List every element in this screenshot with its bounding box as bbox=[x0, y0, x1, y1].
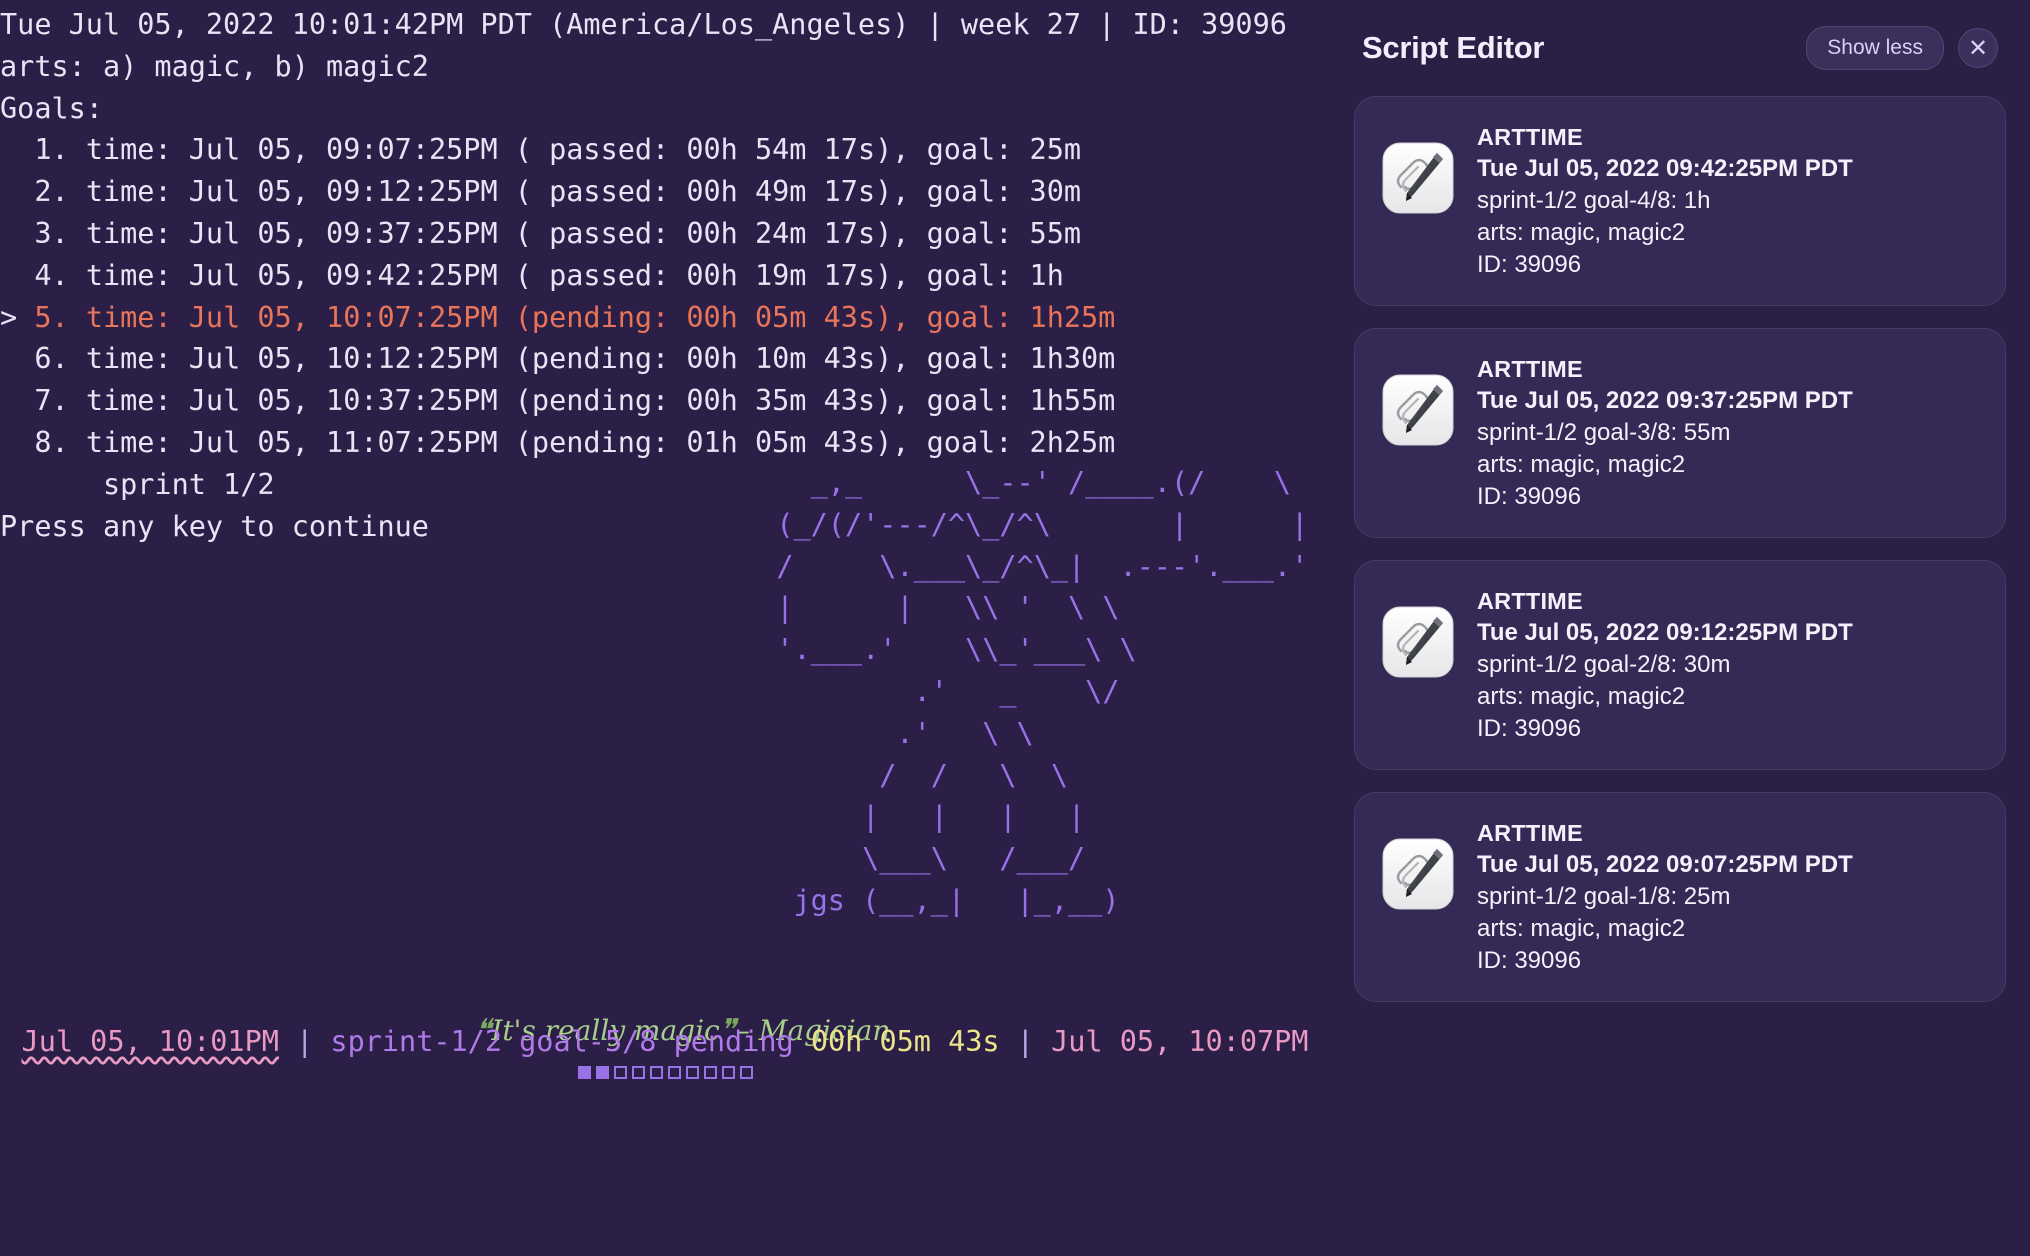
progress-dot-empty bbox=[739, 1066, 753, 1079]
progress-dot-empty bbox=[703, 1066, 717, 1079]
notification-card[interactable]: ARTTIME Tue Jul 05, 2022 09:42:25PM PDT sp… bbox=[1354, 96, 2006, 306]
notification-timestamp: Tue Jul 05, 2022 09:37:25PM PDT bbox=[1477, 387, 1853, 414]
goal-caret bbox=[0, 175, 34, 208]
progress-dot-empty bbox=[721, 1066, 735, 1079]
notification-app-name: ARTTIME bbox=[1477, 356, 1583, 382]
goal-index: 8. bbox=[34, 425, 69, 459]
notification-card[interactable]: ARTTIME Tue Jul 05, 2022 09:12:25PM PDT sp… bbox=[1354, 560, 2006, 770]
progress-dot-empty bbox=[667, 1066, 681, 1079]
notification-goal: sprint-1/2 goal-4/8: 1h bbox=[1477, 187, 1711, 214]
notification-goal: sprint-1/2 goal-2/8: 30m bbox=[1477, 651, 1731, 678]
goal-index: 4. bbox=[34, 258, 69, 292]
status-separator-2: | bbox=[999, 1025, 1052, 1058]
notification-body: ARTTIME Tue Jul 05, 2022 09:12:25PM PDT sp… bbox=[1477, 583, 1853, 745]
goal-index: 5. bbox=[34, 300, 69, 334]
goal-caret bbox=[0, 342, 34, 375]
goal-text: time: Jul 05, 10:07:25PM (pending: 00h 0… bbox=[68, 300, 1116, 334]
notification-goal: sprint-1/2 goal-3/8: 55m bbox=[1477, 419, 1731, 446]
notification-goal: sprint-1/2 goal-1/8: 25m bbox=[1477, 883, 1731, 910]
notification-id: ID: 39096 bbox=[1477, 483, 1582, 510]
terminal-pane[interactable]: Tue Jul 05, 2022 10:01:42PM PDT (America… bbox=[0, 0, 1330, 1256]
goal-row: 3. time: Jul 05, 09:37:25PM ( passed: 00… bbox=[0, 213, 1330, 255]
status-current-time: Jul 05, 10:01PM bbox=[21, 1025, 279, 1058]
progress-dot-filled bbox=[577, 1066, 591, 1079]
script-editor-app-icon bbox=[1381, 141, 1455, 215]
notification-body: ARTTIME Tue Jul 05, 2022 09:07:25PM PDT sp… bbox=[1477, 815, 1853, 977]
progress-dots bbox=[0, 1066, 1330, 1079]
goal-text: time: Jul 05, 10:37:25PM (pending: 00h 3… bbox=[68, 384, 1116, 418]
goal-row: 6. time: Jul 05, 10:12:25PM (pending: 00… bbox=[0, 338, 1330, 380]
goal-index: 6. bbox=[34, 342, 69, 376]
status-pending-duration: 00h 05m 43s bbox=[810, 1025, 1000, 1058]
show-less-button[interactable]: Show less bbox=[1806, 26, 1944, 70]
notification-timestamp: Tue Jul 05, 2022 09:07:25PM PDT bbox=[1477, 851, 1853, 878]
script-editor-app-icon bbox=[1381, 605, 1455, 679]
script-editor-notification-panel: Script Editor Show less ✕ ARTTIME Tue Jul… bbox=[1330, 0, 2030, 1256]
close-icon[interactable]: ✕ bbox=[1958, 28, 1998, 68]
status-sprint-goal: sprint-1/2 goal-5/8 pending bbox=[330, 1025, 811, 1058]
notification-card[interactable]: ARTTIME Tue Jul 05, 2022 09:37:25PM PDT sp… bbox=[1354, 328, 2006, 538]
status-bar: Jul 05, 10:01PM | sprint-1/2 goal-5/8 pe… bbox=[0, 1022, 1330, 1062]
progress-dot-empty bbox=[613, 1066, 627, 1079]
goal-text: time: Jul 05, 10:12:25PM (pending: 00h 1… bbox=[68, 342, 1116, 376]
notification-app-name: ARTTIME bbox=[1477, 124, 1583, 150]
panel-header: Script Editor Show less ✕ bbox=[1354, 0, 2006, 96]
progress-dot-filled bbox=[595, 1066, 609, 1079]
goal-caret bbox=[0, 426, 34, 459]
goal-row: 1. time: Jul 05, 09:07:25PM ( passed: 00… bbox=[0, 129, 1330, 171]
notification-timestamp: Tue Jul 05, 2022 09:12:25PM PDT bbox=[1477, 619, 1853, 646]
notification-app-name: ARTTIME bbox=[1477, 588, 1583, 614]
notification-arts: arts: magic, magic2 bbox=[1477, 219, 1686, 246]
progress-dot-empty bbox=[685, 1066, 699, 1079]
goals-list: 1. time: Jul 05, 09:07:25PM ( passed: 00… bbox=[0, 129, 1330, 463]
script-editor-app-icon bbox=[1381, 373, 1455, 447]
notification-arts: arts: magic, magic2 bbox=[1477, 451, 1686, 478]
notification-id: ID: 39096 bbox=[1477, 947, 1582, 974]
goal-index: 2. bbox=[34, 175, 69, 209]
status-separator-1: | bbox=[278, 1025, 331, 1058]
page-title: Script Editor bbox=[1362, 30, 1545, 65]
goal-text: time: Jul 05, 09:12:25PM ( passed: 00h 4… bbox=[68, 175, 1082, 209]
terminal-header-line: Tue Jul 05, 2022 10:01:42PM PDT (America… bbox=[0, 8, 1287, 41]
terminal-goals-label: Goals: bbox=[0, 91, 103, 125]
goal-index: 7. bbox=[34, 384, 69, 418]
goal-caret bbox=[0, 384, 34, 417]
goal-index: 1. bbox=[34, 133, 69, 167]
script-editor-app-icon bbox=[1381, 837, 1455, 911]
goal-caret bbox=[0, 259, 34, 292]
terminal-arts-line: arts: a) magic, b) magic2 bbox=[0, 49, 429, 83]
goal-row: 2. time: Jul 05, 09:12:25PM ( passed: 00… bbox=[0, 171, 1330, 213]
notification-id: ID: 39096 bbox=[1477, 715, 1582, 742]
goal-text: time: Jul 05, 09:37:25PM ( passed: 00h 2… bbox=[68, 216, 1082, 250]
notification-body: ARTTIME Tue Jul 05, 2022 09:42:25PM PDT sp… bbox=[1477, 119, 1853, 281]
progress-dot-empty bbox=[649, 1066, 663, 1079]
goal-text: time: Jul 05, 11:07:25PM (pending: 01h 0… bbox=[68, 425, 1116, 459]
notification-arts: arts: magic, magic2 bbox=[1477, 915, 1686, 942]
goal-row: 8. time: Jul 05, 11:07:25PM (pending: 01… bbox=[0, 422, 1330, 464]
goal-caret: > bbox=[0, 300, 35, 334]
status-next-time: Jul 05, 10:07PM bbox=[1051, 1025, 1309, 1058]
goal-row: > 5. time: Jul 05, 10:07:25PM (pending: … bbox=[0, 297, 1330, 339]
notification-card[interactable]: ARTTIME Tue Jul 05, 2022 09:07:25PM PDT sp… bbox=[1354, 792, 2006, 1002]
goal-text: time: Jul 05, 09:42:25PM ( passed: 00h 1… bbox=[68, 258, 1064, 292]
notification-app-name: ARTTIME bbox=[1477, 820, 1583, 846]
goal-caret bbox=[0, 217, 34, 250]
notification-body: ARTTIME Tue Jul 05, 2022 09:37:25PM PDT sp… bbox=[1477, 351, 1853, 513]
progress-dot-empty bbox=[631, 1066, 645, 1079]
notification-list: ARTTIME Tue Jul 05, 2022 09:42:25PM PDT sp… bbox=[1354, 96, 2006, 1002]
notification-arts: arts: magic, magic2 bbox=[1477, 683, 1686, 710]
goal-row: 4. time: Jul 05, 09:42:25PM ( passed: 00… bbox=[0, 255, 1330, 297]
goal-row: 7. time: Jul 05, 10:37:25PM (pending: 00… bbox=[0, 380, 1330, 422]
notification-timestamp: Tue Jul 05, 2022 09:42:25PM PDT bbox=[1477, 155, 1853, 182]
goal-index: 3. bbox=[34, 216, 69, 250]
notification-id: ID: 39096 bbox=[1477, 251, 1582, 278]
goal-caret bbox=[0, 133, 34, 166]
ascii-art-magician: _,_ \_--' /____.(/ \ (_/(/'---/^\_/^\ | … bbox=[776, 466, 1309, 917]
goal-text: time: Jul 05, 09:07:25PM ( passed: 00h 5… bbox=[68, 133, 1082, 167]
